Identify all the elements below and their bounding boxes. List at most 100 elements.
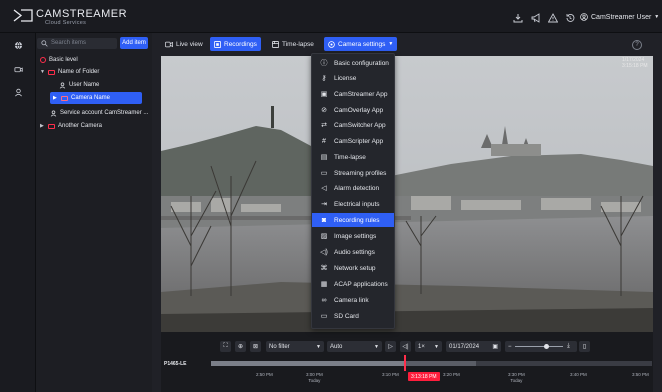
tree-item-user[interactable]: User Name <box>59 79 99 91</box>
menu-item-label: Electrical inputs <box>334 200 380 208</box>
menu-item-streaming-profiles[interactable]: ▭ Streaming profiles <box>312 166 394 180</box>
recording-segment[interactable] <box>211 361 404 366</box>
search-input[interactable]: Search items <box>37 38 117 49</box>
menu-item-label: Alarm detection <box>334 184 380 192</box>
menu-item-time-lapse[interactable]: ▤ Time-lapse <box>312 150 394 164</box>
delete-icon[interactable]: ▯ <box>579 341 590 352</box>
chevron-down-icon[interactable]: ▼ <box>40 69 45 75</box>
minus-icon[interactable]: − <box>508 344 512 350</box>
user-icon <box>59 82 66 89</box>
menu-item-camstreamer-app[interactable]: ▣ CamStreamer App <box>312 87 394 101</box>
film-icon: ▣ <box>320 91 328 98</box>
tree-item-label: Name of Folder <box>58 69 100 75</box>
menu-item-basic-configuration[interactable]: ⓘ Basic configuration <box>312 56 394 70</box>
megaphone-icon[interactable] <box>531 13 541 23</box>
tree-item-label: Basic level <box>49 57 78 63</box>
menu-item-network-setup[interactable]: ⌘ Network setup <box>312 261 394 275</box>
menu-item-camscripter-app[interactable]: # CamScripter App <box>312 134 394 148</box>
hash-icon: # <box>322 137 326 145</box>
slider-track[interactable] <box>514 344 568 349</box>
tab-time-lapse[interactable]: Time-lapse <box>268 37 318 51</box>
menu-item-label: License <box>334 74 357 82</box>
menu-item-label: CamOverlay App <box>334 106 384 114</box>
timeline-tick: 3:30 PM Today <box>508 372 525 383</box>
warning-icon[interactable] <box>548 13 558 23</box>
download-icon[interactable] <box>513 13 523 23</box>
recording-segment[interactable] <box>406 361 476 366</box>
tree-item-label: Camera Name <box>71 95 111 101</box>
menu-item-camswitcher-app[interactable]: ⇄ CamSwitcher App <box>312 118 394 132</box>
level-icon <box>40 57 46 63</box>
camera-icon[interactable] <box>14 65 23 74</box>
timeline-tick: 3:40 PM <box>570 372 587 377</box>
date-picker[interactable]: 01/17/2024 ▣ <box>446 341 501 352</box>
add-item-button[interactable]: Add item <box>120 37 148 49</box>
timelapse-icon <box>272 40 279 48</box>
camera-video-feed[interactable] <box>161 56 653 332</box>
menu-item-label: Camera link <box>334 296 369 304</box>
history-icon[interactable] <box>565 13 575 23</box>
menu-item-sd-card[interactable]: ▭ SD Card <box>312 309 394 323</box>
tab-label: Live view <box>176 40 203 48</box>
tree-item-camera-selected[interactable]: ▶ Camera Name <box>50 92 142 104</box>
folder-icon <box>48 69 55 75</box>
tab-label: Recordings <box>224 40 257 48</box>
record-icon: ◙ <box>321 216 327 224</box>
tree-item-folder[interactable]: ▼ Name of Folder <box>40 66 99 78</box>
timeline-tick: 2:50 PM <box>256 372 273 377</box>
tab-live-view[interactable]: Live view <box>161 37 207 51</box>
user-icon <box>50 110 57 117</box>
tree-item-basic-level[interactable]: Basic level <box>40 54 78 66</box>
menu-item-image-settings[interactable]: ▨ Image settings <box>312 229 394 243</box>
zoom-in-icon[interactable]: ⊕ <box>235 341 246 352</box>
menu-item-recording-rules[interactable]: ◙ Recording rules <box>312 213 394 227</box>
menu-item-electrical-inputs[interactable]: ⇥ Electrical inputs <box>312 197 394 211</box>
chevron-right-icon[interactable]: ▶ <box>40 123 45 129</box>
tab-recordings[interactable]: Recordings <box>210 37 261 51</box>
grid-icon: ▦ <box>320 281 328 288</box>
menu-item-alarm-detection[interactable]: ◁ Alarm detection <box>312 181 394 195</box>
brand-subtitle: Cloud Services <box>45 20 87 26</box>
menu-item-camoverlay-app[interactable]: ⊘ CamOverlay App <box>312 103 394 117</box>
chevron-down-icon: ▼ <box>316 343 321 350</box>
menu-item-license[interactable]: ⚷ License <box>312 71 394 85</box>
menu-item-audio-settings[interactable]: ◁) Audio settings <box>312 245 394 259</box>
settings-icon <box>328 40 335 48</box>
megaphone-icon: ◁ <box>321 185 327 192</box>
menu-item-label: Streaming profiles <box>334 169 387 177</box>
timeline-tick: 3:50 PM <box>632 372 649 377</box>
download-icon[interactable]: ⤓ <box>563 341 574 352</box>
brand-name: CAMSTREAMER <box>36 8 128 20</box>
search-placeholder: Search items <box>51 40 87 46</box>
filter-value: No filter <box>269 343 290 350</box>
audio-icon: ◁) <box>320 249 328 256</box>
timeline-cursor[interactable] <box>404 355 406 371</box>
info-icon: ⓘ <box>320 60 328 67</box>
help-icon[interactable]: ? <box>632 40 642 50</box>
filter-select[interactable]: No filter ▼ <box>266 341 324 352</box>
chevron-right-icon[interactable]: ▶ <box>53 95 58 101</box>
camera-folder-icon <box>61 95 68 101</box>
menu-item-acap-applications[interactable]: ▦ ACAP applications <box>312 277 394 291</box>
globe-icon[interactable] <box>14 41 23 50</box>
calendar-icon: ▣ <box>492 344 498 350</box>
slider-thumb[interactable] <box>543 344 549 349</box>
zoom-out-icon[interactable]: ⊠ <box>250 341 261 352</box>
play-icon[interactable]: ▷ <box>385 341 396 352</box>
user-icon[interactable] <box>14 88 23 97</box>
speed-select[interactable]: 1× ▼ <box>415 341 442 352</box>
menu-item-camera-link[interactable]: ∞ Camera link <box>312 293 394 307</box>
fullscreen-icon[interactable]: ⛶ <box>220 341 231 352</box>
timeline-tick: 3:00 PM Today <box>306 372 323 383</box>
tree-item-label: Service account CamStreamer ... <box>60 110 149 116</box>
tree-item-another-camera[interactable]: ▶ Another Camera <box>40 120 102 132</box>
user-menu[interactable]: CamStreamer User ▼ <box>580 13 659 21</box>
tab-camera-settings[interactable]: Camera settings ▼ <box>324 37 398 51</box>
step-back-icon[interactable]: ◁| <box>400 341 411 352</box>
menu-item-label: SD Card <box>334 312 359 320</box>
date-value: 01/17/2024 <box>449 343 480 350</box>
link-icon: ∞ <box>321 296 327 304</box>
tree-item-service-account[interactable]: Service account CamStreamer ... <box>50 107 148 119</box>
menu-item-label: Image settings <box>334 232 377 240</box>
quality-select[interactable]: Auto ▼ <box>327 341 382 352</box>
